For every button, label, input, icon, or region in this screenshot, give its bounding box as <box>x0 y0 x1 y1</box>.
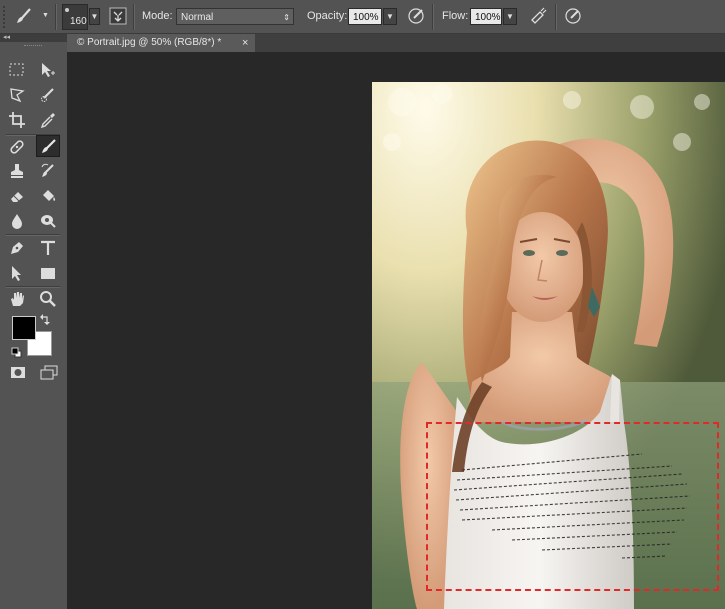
brush-panel-toggle-icon[interactable] <box>108 6 128 26</box>
tools-divider <box>6 234 60 236</box>
blur-tool[interactable] <box>5 210 29 232</box>
zoom-tool[interactable] <box>36 288 60 310</box>
eraser-tool[interactable] <box>5 185 29 207</box>
healing-brush-tool[interactable] <box>5 136 29 158</box>
separator <box>555 4 557 30</box>
close-tab-icon[interactable]: × <box>242 34 248 52</box>
flow-dropdown[interactable]: ▼ <box>503 8 517 25</box>
eyedropper-tool[interactable] <box>36 109 60 131</box>
brush-tool[interactable] <box>36 135 60 157</box>
brush-size-preview[interactable]: 160 <box>62 4 88 30</box>
flow-label: Flow: <box>442 10 469 22</box>
mode-label: Mode: <box>142 10 173 22</box>
brush-size-value: 160 <box>70 16 87 27</box>
separator <box>432 4 434 30</box>
tools-panel: ◂◂ <box>0 34 68 609</box>
brush-tip-icon <box>65 8 69 12</box>
paint-bucket-tool[interactable] <box>36 185 60 207</box>
dodge-tool[interactable] <box>36 210 60 232</box>
clone-stamp-tool[interactable] <box>5 160 29 182</box>
document-tab-bar: © Portrait.jpg @ 50% (RGB/8*) * × <box>67 34 725 52</box>
quick-mask-mode-icon[interactable] <box>6 362 30 384</box>
marquee-selection[interactable] <box>426 422 719 591</box>
crop-tool[interactable] <box>5 109 29 131</box>
pressure-opacity-icon[interactable] <box>406 6 426 26</box>
document-tab[interactable]: © Portrait.jpg @ 50% (RGB/8*) * × <box>67 34 255 52</box>
flow-field[interactable]: 100% <box>470 8 502 25</box>
move-tool[interactable] <box>36 59 60 81</box>
opacity-label: Opacity: <box>307 10 348 22</box>
tool-preset-brush-icon[interactable] <box>14 6 34 26</box>
tool-preset-dropdown-arrow[interactable]: ▼ <box>42 12 49 19</box>
default-colors-icon[interactable] <box>11 345 22 363</box>
select-arrows-icon: ⇕ <box>283 13 290 22</box>
blend-mode-value: Normal <box>181 12 214 23</box>
screen-mode-icon[interactable] <box>37 362 61 384</box>
blend-mode-select[interactable]: Normal ⇕ <box>176 8 294 25</box>
history-brush-tool[interactable] <box>36 160 60 182</box>
panel-grip <box>24 45 42 48</box>
brush-size-dropdown[interactable]: ▼ <box>89 8 100 25</box>
options-bar: ▼ 160 ▼ Mode: Normal ⇕ Opacity: 100% ▼ F… <box>0 0 725 34</box>
document-tab-title: © Portrait.jpg @ 50% (RGB/8*) * <box>77 37 222 48</box>
options-bar-grip <box>2 4 6 30</box>
pen-tool[interactable] <box>5 237 29 259</box>
type-tool[interactable] <box>36 237 60 259</box>
hand-tool[interactable] <box>5 288 29 310</box>
rectangle-tool[interactable] <box>36 262 60 284</box>
collapse-icon: ◂◂ <box>3 34 11 41</box>
separator <box>133 4 135 30</box>
path-selection-tool[interactable] <box>5 262 29 284</box>
collapse-panel-button[interactable]: ◂◂ <box>0 34 67 42</box>
quick-selection-tool[interactable] <box>36 84 60 106</box>
opacity-field[interactable]: 100% <box>348 8 382 25</box>
airbrush-icon[interactable] <box>528 6 548 26</box>
swap-colors-icon[interactable] <box>40 313 52 331</box>
marquee-tool[interactable] <box>5 59 29 81</box>
opacity-dropdown[interactable]: ▼ <box>383 8 397 25</box>
separator <box>55 4 57 30</box>
foreground-color-swatch[interactable] <box>12 316 36 340</box>
pressure-size-icon[interactable] <box>563 6 583 26</box>
lasso-tool[interactable] <box>5 84 29 106</box>
